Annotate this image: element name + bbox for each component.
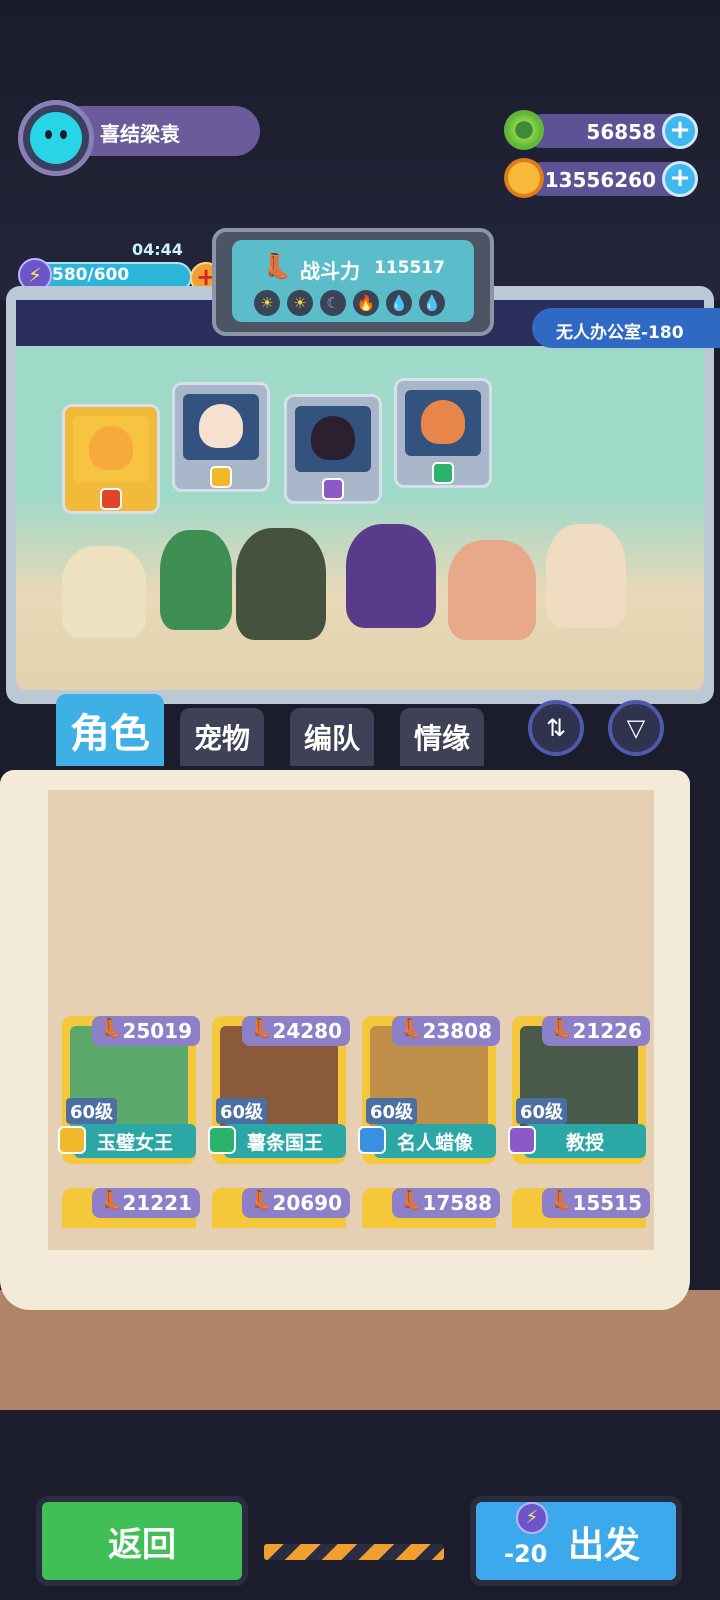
boot-icon: 👢 (100, 1190, 123, 1211)
stage-character-jade-queen (160, 530, 232, 630)
stage-character-princess (448, 540, 536, 640)
boot-icon: 👢 (100, 1018, 123, 1039)
depart-energy-cost: -20 (504, 1540, 548, 1568)
boot-icon: 👢 (550, 1190, 573, 1211)
filter-button[interactable]: ▽ (608, 700, 664, 756)
lightning-icon: ⚡ (516, 1502, 548, 1534)
stage-name: 无人办公室-180 (556, 323, 684, 343)
tab-1[interactable]: 宠物 (180, 708, 264, 766)
water-icon: 💧 (419, 290, 445, 316)
element-badge-icon (322, 478, 344, 500)
element-badge-icon (208, 1126, 236, 1154)
sort-button[interactable]: ⇅ (528, 700, 584, 756)
green-gem-icon (504, 110, 544, 150)
coin-value: 13556260 (544, 168, 656, 192)
hazard-stripe (264, 1544, 444, 1560)
element-badge-icon (210, 466, 232, 488)
moon-icon: ☾ (320, 290, 346, 316)
boot-icon: 👢 (400, 1190, 423, 1211)
sun-icon: ☀ (287, 290, 313, 316)
back-button[interactable]: 返回 (36, 1496, 248, 1586)
gem-value: 56858 (586, 120, 656, 144)
energy-timer: 04:44 (132, 240, 183, 259)
pet-icon (199, 404, 243, 448)
fire-icon: 🔥 (353, 290, 379, 316)
character-level: 60级 (366, 1098, 418, 1124)
team-power-value: 115517 (374, 258, 445, 278)
boot-icon: 👢 (550, 1018, 573, 1039)
stage-character-shadow (346, 524, 436, 628)
pet-icon (311, 416, 355, 460)
player-name: 喜结梁袁 (100, 122, 180, 146)
depart-label: 出发 (568, 1525, 641, 1566)
boot-icon: 👢 (250, 1018, 273, 1039)
pet-icon (421, 400, 465, 444)
energy-value: 580/600 (52, 265, 130, 285)
add-coins-button[interactable]: + (662, 161, 698, 197)
sun-icon: ☀ (254, 290, 280, 316)
pet-icon (89, 426, 133, 470)
character-level: 60级 (516, 1098, 568, 1124)
stage-character-robot (62, 546, 146, 638)
water-icon: 💧 (386, 290, 412, 316)
boot-icon: 👢 (250, 1190, 273, 1211)
cat-face-icon (30, 112, 82, 164)
stage-character-wax-figure (546, 524, 626, 628)
element-badge-icon (508, 1126, 536, 1154)
tab-3[interactable]: 情缘 (400, 708, 484, 766)
character-name: 名人蜡像 (374, 1124, 496, 1158)
tab-2[interactable]: 编队 (290, 708, 374, 766)
element-badge-icon (358, 1126, 386, 1154)
element-badge-icon (432, 462, 454, 484)
character-name: 玉璧女王 (74, 1124, 196, 1158)
character-name: 教授 (524, 1124, 646, 1158)
tab-0[interactable]: 角色 (56, 694, 164, 766)
add-gems-button[interactable]: + (662, 113, 698, 149)
planet-coin-icon (504, 158, 544, 198)
element-badge-icon (100, 488, 122, 510)
stage-character-professor (236, 528, 326, 640)
character-level: 60级 (216, 1098, 268, 1124)
team-power-label: 战斗力 (300, 259, 360, 283)
character-level: 60级 (66, 1098, 118, 1124)
player-avatar[interactable] (18, 100, 94, 176)
boot-icon: 👢 (262, 252, 292, 280)
character-name: 薯条国王 (224, 1124, 346, 1158)
element-badge-icon (58, 1126, 86, 1154)
boot-icon: 👢 (400, 1018, 423, 1039)
